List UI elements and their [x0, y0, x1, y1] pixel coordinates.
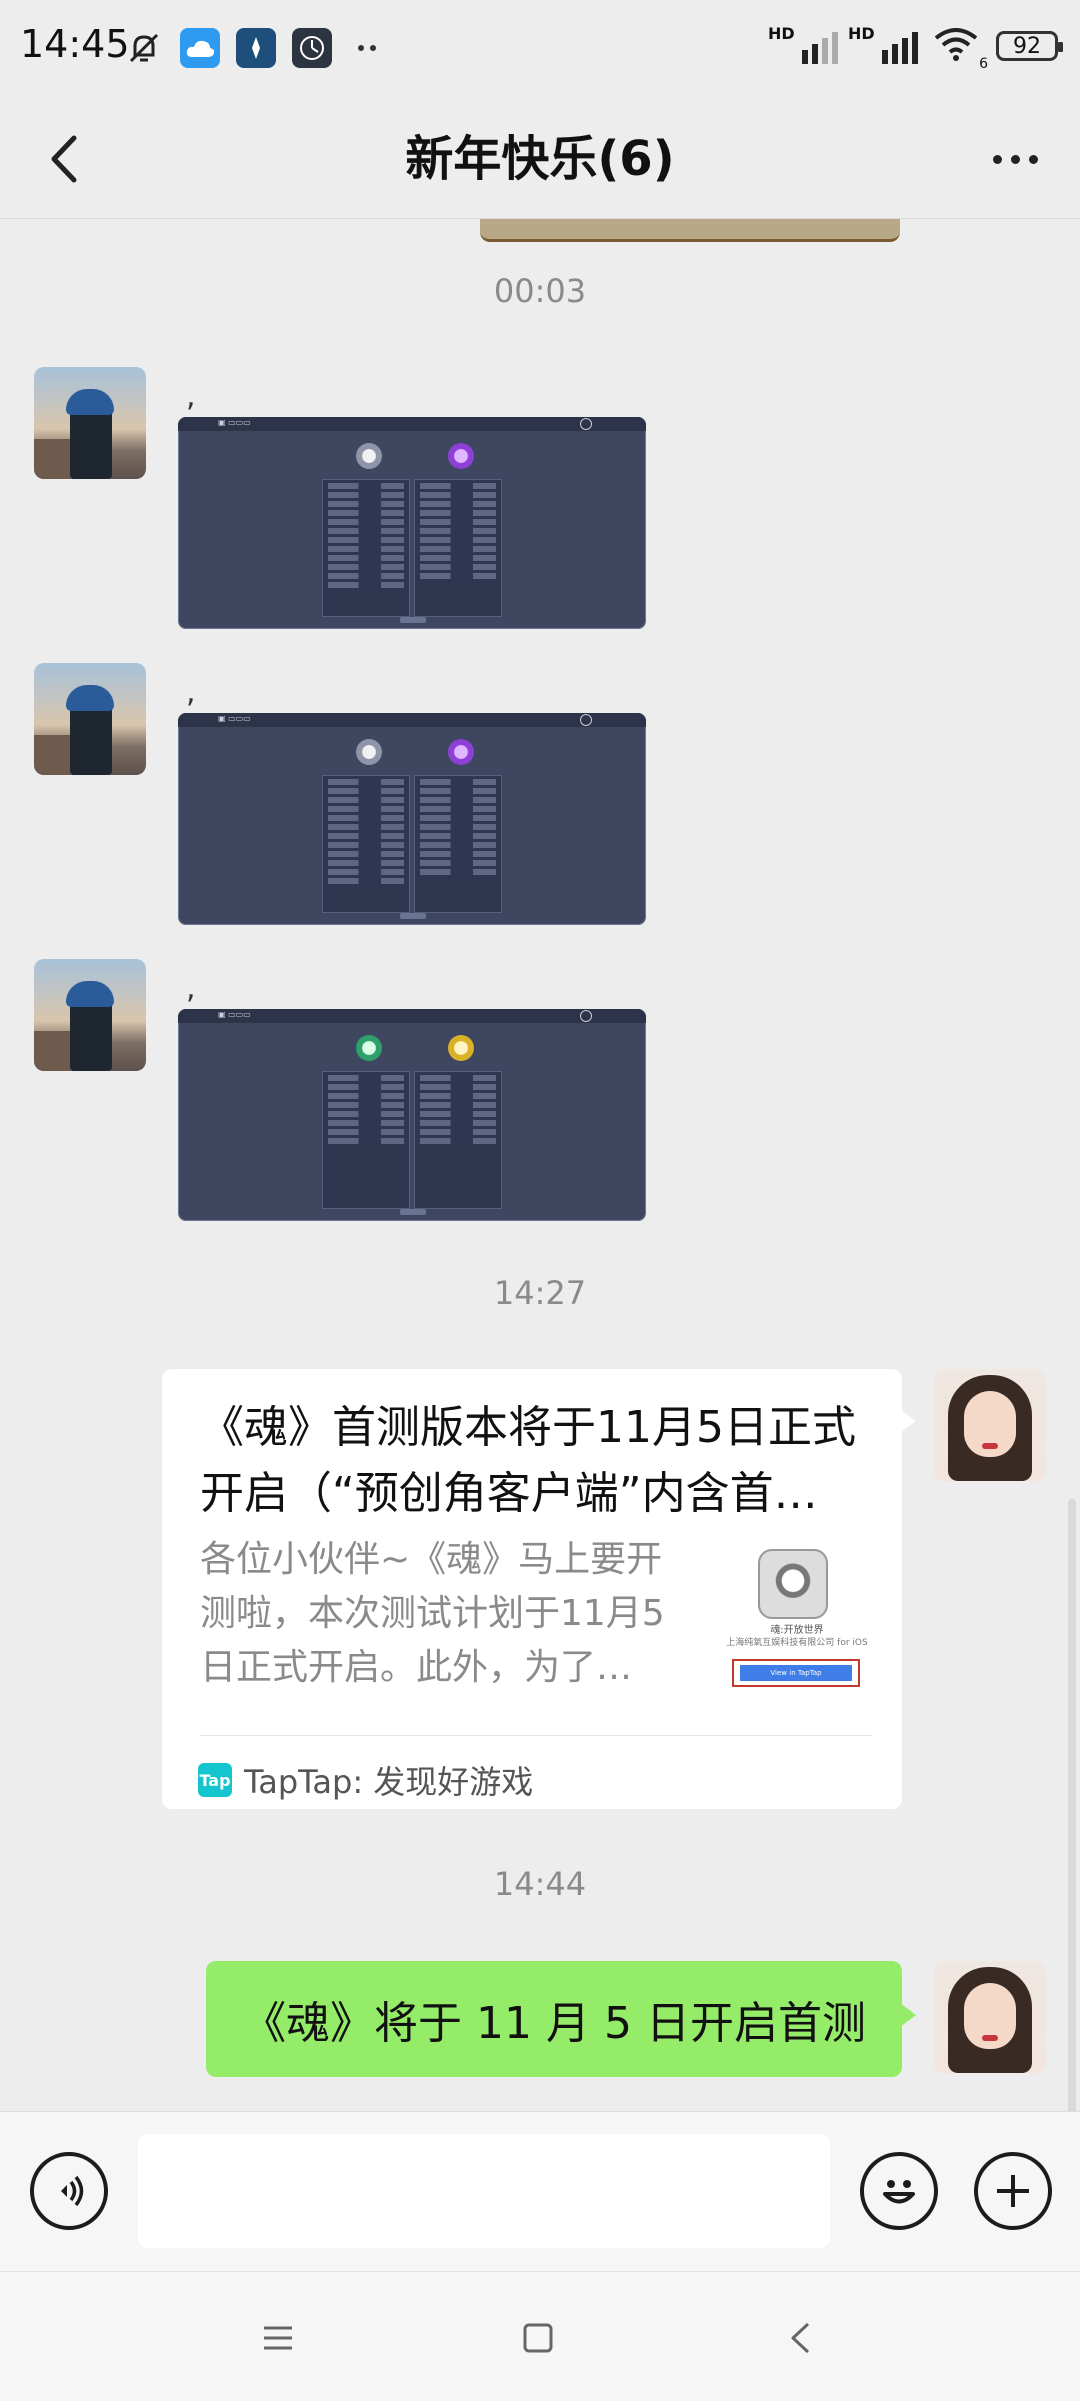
thumbnail-button: View in TapTap	[732, 1659, 860, 1687]
link-card-source-label: TapTap: 发现好游戏	[244, 1763, 534, 1801]
chat-messages[interactable]: 00:03 , ▣ ▭▭▭ , ▣ ▭▭▭ , ▣ ▭▭▭ 14:27 《魂》首…	[0, 219, 1080, 2111]
message-text: 《魂》将于 11 月 5 日开启首测	[242, 1998, 866, 2049]
timestamp: 14:44	[493, 1865, 587, 1903]
signal-icon: HD	[848, 24, 918, 64]
signal-hd-label: HD	[768, 24, 795, 43]
link-card-source: Tap TapTap: 发现好游戏	[198, 1757, 533, 1803]
status-bar: 14:45 HD HD 6 92	[0, 0, 1080, 100]
battery-level: 92	[1013, 33, 1041, 59]
avatar[interactable]	[34, 367, 146, 479]
home-square-icon	[523, 2323, 553, 2353]
wifi-label: 6	[979, 56, 988, 72]
message-caption: ,	[186, 971, 196, 1006]
previous-image-message[interactable]	[480, 219, 900, 242]
timestamp: 14:27	[493, 1274, 587, 1312]
more-button[interactable]	[980, 124, 1050, 194]
taptap-icon: Tap	[198, 1763, 232, 1797]
avatar[interactable]	[934, 1369, 1046, 1481]
back-triangle-icon	[791, 2322, 810, 2354]
avatar[interactable]	[34, 959, 146, 1071]
avatar[interactable]	[34, 663, 146, 775]
menu-icon	[264, 2326, 292, 2350]
mute-bell-icon	[124, 28, 164, 68]
system-back-button[interactable]	[770, 2308, 830, 2368]
game-logo-icon	[758, 1549, 828, 1619]
clock-icon	[292, 28, 332, 68]
voice-icon	[61, 2175, 84, 2207]
battery-indicator: 92	[996, 31, 1063, 61]
voice-button[interactable]	[30, 2152, 108, 2230]
message-input-bar	[0, 2111, 1080, 2272]
thumbnail-subcaption: 上海纯氧互娱科技有限公司 for iOS	[726, 1638, 868, 1648]
scrollbar[interactable]	[1068, 1499, 1076, 2111]
compass-icon	[236, 28, 276, 68]
message-caption: ,	[186, 379, 196, 414]
plus-icon	[997, 2175, 1029, 2207]
chat-title: 新年快乐(6)	[405, 131, 675, 187]
signal-icon: HD	[768, 24, 838, 64]
signal-hd-label: HD	[848, 24, 875, 43]
status-time: 14:45	[20, 22, 130, 66]
link-card-description: 各位小伙伴~《魂》马上要开测啦，本次测试计划于11月5日正式开启。此外，为了…	[200, 1539, 665, 1688]
home-button[interactable]	[508, 2308, 568, 2368]
game-screenshot-image[interactable]: ▣ ▭▭▭	[178, 1009, 646, 1221]
shared-link-card[interactable]: 《魂》首测版本将于11月5日正式开启（“预创角客户端”内含首… 各位小伙伴~《魂…	[162, 1369, 916, 1809]
more-dots-icon	[992, 154, 1002, 164]
outgoing-text-message[interactable]: 《魂》将于 11 月 5 日开启首测	[206, 1961, 916, 2077]
game-screenshot-image[interactable]: ▣ ▭▭▭	[178, 417, 646, 629]
cloud-icon	[180, 28, 220, 68]
timestamp: 00:03	[493, 272, 587, 310]
system-nav-bar	[0, 2271, 1080, 2401]
emoji-icon	[883, 2180, 915, 2204]
chat-header: 新年快乐(6)	[0, 100, 1080, 219]
game-screenshot-image[interactable]: ▣ ▭▭▭	[178, 713, 646, 925]
emoji-button[interactable]	[860, 2152, 938, 2230]
link-card-title: 《魂》首测版本将于11月5日正式开启（“预创角客户端”内含首…	[200, 1402, 856, 1519]
menu-button[interactable]	[248, 2308, 308, 2368]
system-indicators: HD HD 6 92	[768, 24, 1063, 72]
wifi-icon: 6	[932, 26, 988, 72]
more-actions-button[interactable]	[974, 2152, 1052, 2230]
thumbnail-caption: 魂:开放世界	[770, 1625, 824, 1636]
avatar[interactable]	[934, 1961, 1046, 2073]
divider	[200, 1735, 872, 1736]
notification-icons	[124, 28, 388, 68]
link-card-thumbnail: 魂:开放世界 上海纯氧互娱科技有限公司 for iOS View in TapT…	[722, 1549, 872, 1699]
message-caption: ,	[186, 675, 196, 710]
message-input[interactable]	[138, 2134, 830, 2248]
more-notifications-icon	[348, 28, 388, 68]
